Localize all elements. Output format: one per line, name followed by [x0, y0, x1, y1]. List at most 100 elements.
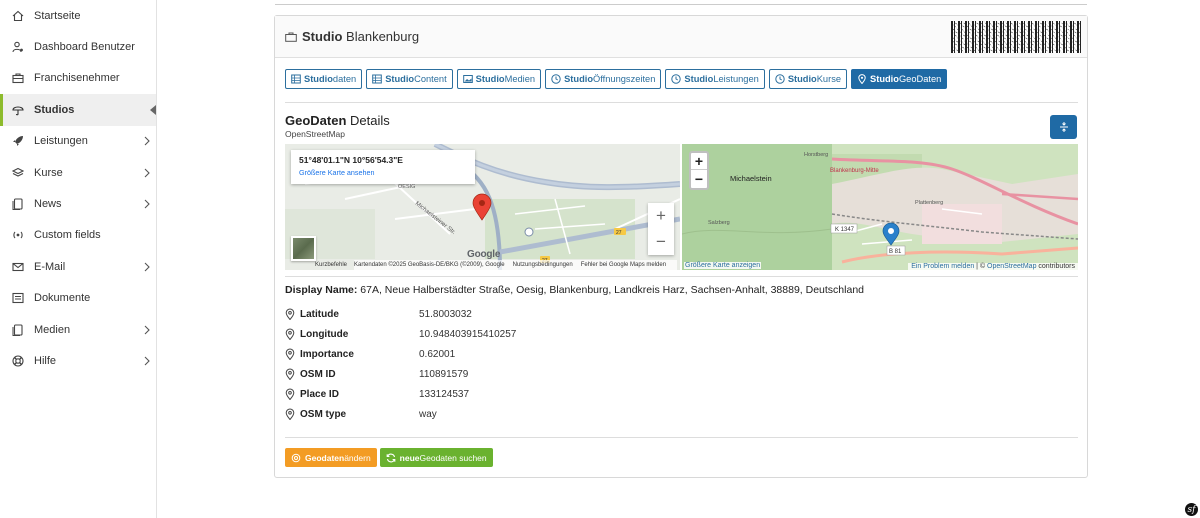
detail-row-importance: Importance 0.62001 [285, 346, 455, 362]
tab-kurse[interactable]: Studio Kurse [768, 69, 848, 89]
divider [285, 437, 1078, 438]
briefcase-icon [285, 32, 297, 42]
osm-map-canvas: Michaelstein Blankenburg-Mitte Plattenbe… [682, 144, 1078, 270]
pin-icon [285, 348, 295, 360]
sidebar-item-e-mail[interactable]: E-Mail [0, 251, 156, 282]
pin-icon [285, 388, 295, 400]
detail-row-osm-type: OSM type way [285, 406, 437, 422]
divider [285, 276, 1078, 277]
top-divider [275, 4, 1087, 5]
zoom-out-button[interactable]: − [648, 229, 674, 255]
sidebar-item-leistungen[interactable]: Leistungen [0, 126, 156, 157]
user-settings-icon [11, 40, 25, 54]
osm-bigger-map-link[interactable]: Größere Karte anzeigen [684, 262, 762, 269]
home-icon [11, 9, 25, 23]
sidebar: Startseite Dashboard Benutzer Franchisen… [0, 0, 157, 518]
pin-icon [285, 368, 295, 380]
sidebar-item-dashboard-benutzer[interactable]: Dashboard Benutzer [0, 31, 156, 62]
satellite-toggle[interactable] [291, 236, 316, 261]
symfony-toolbar-icon[interactable]: sf [1185, 503, 1198, 516]
zoom-in-button[interactable]: + [648, 203, 674, 229]
pin-icon [285, 308, 295, 320]
tab-oeffnungszeiten[interactable]: Studio Öffnungszeiten [545, 69, 662, 89]
geodaten-title: GeoDaten Details [285, 113, 390, 128]
gear-icon [291, 453, 301, 463]
copy-icon [11, 323, 25, 337]
list-box-icon [11, 291, 25, 305]
clock-icon [551, 74, 561, 84]
map-label-k1347: K 1347 [835, 227, 855, 233]
sidebar-item-studios[interactable]: Studios [0, 94, 156, 126]
sidebar-item-dokumente[interactable]: Dokumente [0, 283, 156, 314]
terms-link[interactable]: Nutzungsbedingungen [513, 262, 573, 268]
chevron-right-icon [144, 325, 150, 334]
map-label-b81: B 81 [889, 249, 902, 255]
clock-icon [671, 74, 682, 84]
pin-icon [285, 328, 295, 340]
tab-studiocontent[interactable]: Studio Content [366, 69, 453, 89]
sidebar-item-label: News [34, 198, 62, 211]
lifebuoy-icon [11, 354, 25, 368]
google-zoom-controls: + − [648, 203, 674, 255]
sidebar-item-medien[interactable]: Medien [0, 314, 156, 345]
sidebar-item-label: Dashboard Benutzer [34, 41, 135, 54]
card-header: Studio Blankenburg [275, 16, 1087, 58]
divider [285, 102, 1078, 103]
change-geodata-button[interactable]: Geodaten ändern [285, 448, 377, 467]
map-coordinates: 51°48'01.1"N 10°56'54.3"E [299, 155, 403, 165]
sidebar-item-hilfe[interactable]: Hilfe [0, 345, 156, 376]
google-map-footer: Kurzbefehle Kartendaten ©2025 GeoBasis-D… [285, 260, 680, 270]
map-label-oesig: OESIG [398, 184, 415, 190]
collapse-icon [1059, 122, 1068, 132]
geodaten-subtitle: OpenStreetMap [285, 129, 346, 139]
google-bigger-map-link[interactable]: Größere Karte ansehen [299, 168, 467, 177]
sidebar-item-label: Dokumente [34, 292, 91, 305]
tab-leistungen[interactable]: Studio Leistungen [665, 69, 765, 89]
sidebar-item-kurse[interactable]: Kurse [0, 157, 156, 188]
sidebar-item-label: Custom fields [34, 229, 101, 242]
refresh-icon [386, 453, 396, 463]
osm-map[interactable]: Michaelstein Blankenburg-Mitte Plattenbe… [682, 144, 1078, 270]
map-label-salzberg: Salzberg [708, 220, 730, 226]
sidebar-item-label: Kurse [34, 166, 63, 179]
page-title: Studio Blankenburg [302, 29, 420, 44]
collapse-button[interactable] [1050, 115, 1077, 139]
osm-zoom-in-button[interactable]: + [691, 153, 707, 170]
sidebar-item-label: Studios [34, 103, 75, 116]
google-logo: Google [467, 249, 501, 260]
broadcast-icon [11, 228, 25, 242]
clock-icon [775, 74, 785, 84]
keyboard-shortcuts-link[interactable]: Kurzbefehle [315, 262, 347, 268]
sidebar-item-news[interactable]: News [0, 188, 156, 219]
sidebar-item-franchisenehmer[interactable]: Franchisenehmer [0, 63, 156, 94]
layers-icon [11, 166, 25, 180]
detail-row-osm-id: OSM ID 110891579 [285, 366, 468, 382]
table-icon [291, 74, 301, 84]
detail-row-latitude: Latitude 51.8003032 [285, 306, 472, 322]
tab-geodaten[interactable]: Studio GeoDaten [851, 69, 948, 89]
osm-report-link[interactable]: Ein Problem melden [911, 263, 974, 270]
report-error-link[interactable]: Fehler bei Google Maps melden [581, 262, 666, 268]
google-map[interactable]: 51 OESIG Michaelsteiner Str. 27 27 51°48… [285, 144, 680, 270]
search-new-geodata-button[interactable]: neue Geodaten suchen [379, 448, 493, 467]
map-info-card: 51°48'01.1"N 10°56'54.3"E Größere Karte … [291, 150, 475, 184]
osm-link[interactable]: OpenStreetMap [987, 263, 1036, 270]
action-buttons: Geodaten ändern neue Geodaten suchen [285, 448, 493, 467]
pin-icon [857, 74, 867, 84]
chevron-right-icon [144, 262, 150, 272]
map-data-text: Kartendaten ©2025 GeoBasis-DE/BKG (©2009… [354, 262, 505, 268]
sidebar-item-startseite[interactable]: Startseite [0, 0, 156, 31]
tab-studiodaten[interactable]: Studio daten [285, 69, 363, 89]
qr-code-image [951, 21, 1081, 53]
briefcase-icon [11, 71, 25, 85]
tab-studiomedien[interactable]: Studio Medien [456, 69, 542, 89]
osm-zoom-out-button[interactable]: − [691, 170, 707, 187]
sidebar-item-custom-fields[interactable]: Custom fields [0, 220, 156, 251]
chevron-right-icon [144, 199, 150, 209]
map-label-michaelstein: Michaelstein [730, 174, 772, 183]
detail-row-place-id: Place ID 133124537 [285, 386, 469, 402]
sidebar-item-label: Medien [34, 323, 71, 336]
chevron-right-icon [144, 168, 150, 178]
osm-zoom-controls: + − [689, 151, 709, 190]
studio-tabs: Studio daten Studio Content Studio Medien S… [285, 69, 948, 89]
